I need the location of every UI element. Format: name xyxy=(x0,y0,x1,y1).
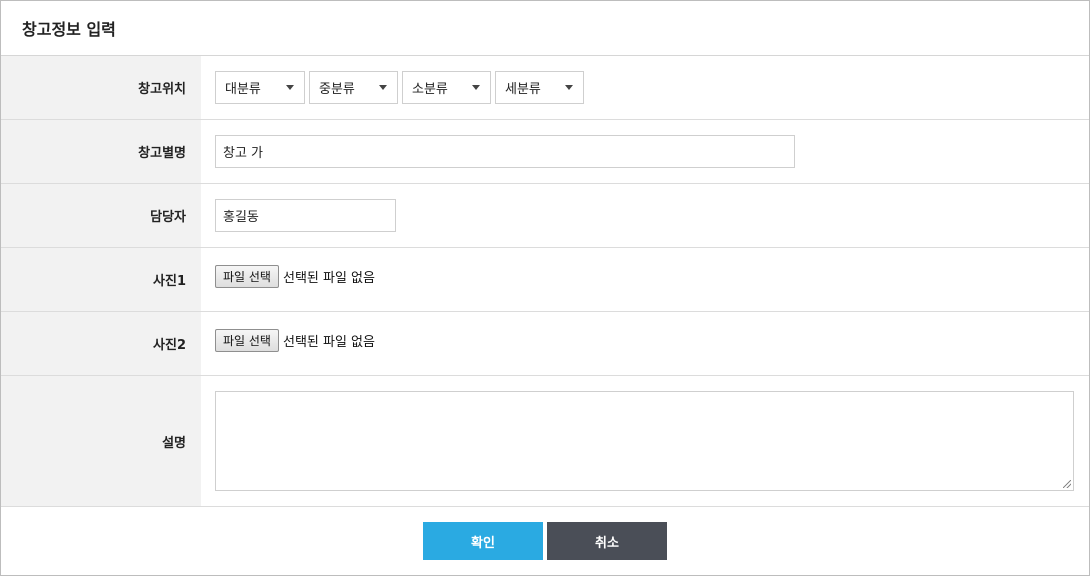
row-warehouse-name: 창고별명 xyxy=(1,120,1089,184)
photo2-label: 사진2 xyxy=(1,312,201,375)
photo2-file-picker: 파일 선택 선택된 파일 없음 xyxy=(215,329,375,352)
photo1-choose-file-button[interactable]: 파일 선택 xyxy=(215,265,279,288)
manager-input[interactable] xyxy=(215,199,396,232)
select-value: 세분류 xyxy=(505,82,541,97)
description-textarea[interactable] xyxy=(215,391,1074,491)
photo1-label: 사진1 xyxy=(1,248,201,311)
select-minor-category[interactable]: 소분류 xyxy=(402,71,491,104)
chevron-down-icon xyxy=(472,85,480,90)
location-field: 대분류 중분류 소분류 세분류 xyxy=(201,56,1089,119)
warehouse-name-field xyxy=(201,120,1089,183)
description-label: 설명 xyxy=(1,376,201,506)
select-value: 대분류 xyxy=(225,82,261,97)
warehouse-name-input[interactable] xyxy=(215,135,795,168)
select-value: 중분류 xyxy=(319,82,355,97)
warehouse-name-label: 창고별명 xyxy=(1,120,201,183)
cancel-button[interactable]: 취소 xyxy=(547,522,667,560)
warehouse-form-dialog: 창고정보 입력 창고위치 대분류 중분류 소분류 세분류 창고별명 창고 가 담… xyxy=(0,0,1090,576)
dialog-title: 창고정보 입력 xyxy=(22,20,116,39)
row-manager: 담당자 xyxy=(1,184,1089,248)
chevron-down-icon xyxy=(286,85,294,90)
row-photo2: 사진2 파일 선택 선택된 파일 없음 xyxy=(1,312,1089,376)
row-location: 창고위치 대분류 중분류 소분류 세분류 xyxy=(1,56,1089,120)
manager-field xyxy=(201,184,1089,247)
photo2-file-status: 선택된 파일 없음 xyxy=(282,335,375,350)
row-description: 설명 xyxy=(1,376,1089,507)
chevron-down-icon xyxy=(379,85,387,90)
photo2-choose-file-button[interactable]: 파일 선택 xyxy=(215,329,279,352)
location-label: 창고위치 xyxy=(1,56,201,119)
photo1-file-picker: 파일 선택 선택된 파일 없음 xyxy=(215,265,375,288)
manager-label: 담당자 xyxy=(1,184,201,247)
photo2-field: 파일 선택 선택된 파일 없음 xyxy=(201,312,1089,375)
confirm-button[interactable]: 확인 xyxy=(423,522,543,560)
select-sub-category[interactable]: 세분류 xyxy=(495,71,584,104)
chevron-down-icon xyxy=(565,85,573,90)
resize-grip-icon[interactable] xyxy=(1063,480,1071,488)
dialog-header: 창고정보 입력 xyxy=(1,1,1089,56)
select-major-category[interactable]: 대분류 xyxy=(215,71,305,104)
photo1-field: 파일 선택 선택된 파일 없음 xyxy=(201,248,1089,311)
dialog-footer: 확인 취소 xyxy=(1,507,1089,560)
select-value: 소분류 xyxy=(412,82,448,97)
select-middle-category[interactable]: 중분류 xyxy=(309,71,398,104)
photo1-file-status: 선택된 파일 없음 xyxy=(282,271,375,286)
row-photo1: 사진1 파일 선택 선택된 파일 없음 xyxy=(1,248,1089,312)
description-field xyxy=(201,376,1089,506)
